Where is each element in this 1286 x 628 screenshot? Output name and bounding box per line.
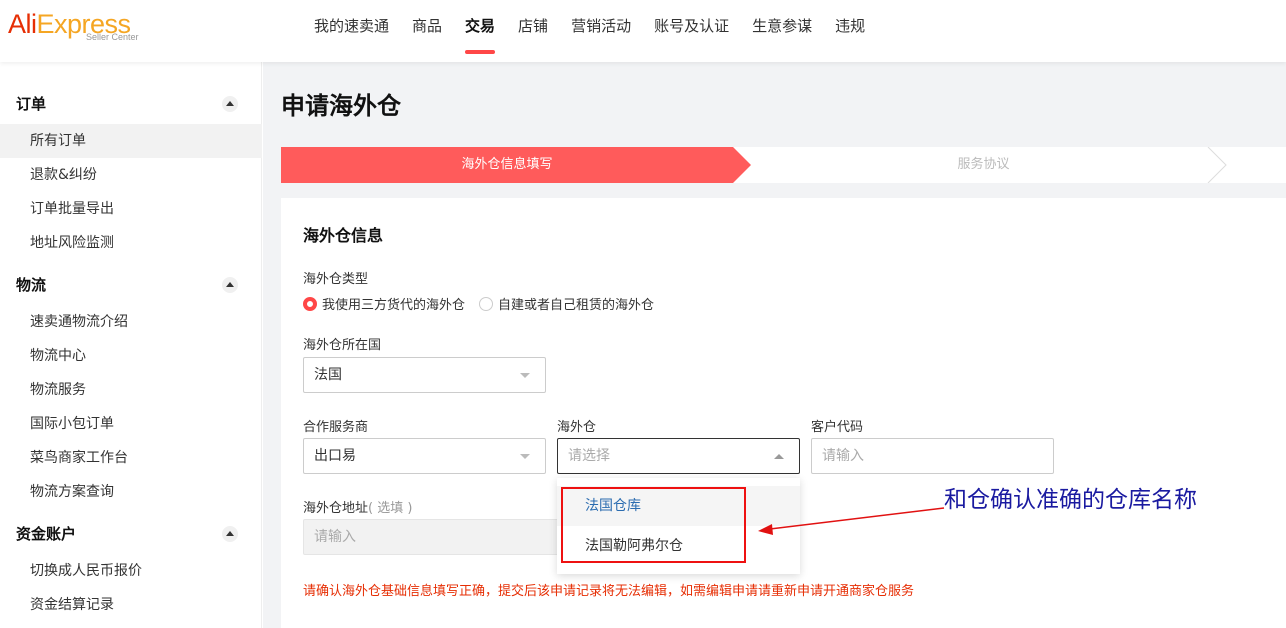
nav-business-advisor[interactable]: 生意参谋	[752, 0, 812, 62]
main-nav: 我的速卖通 商品 交易 店铺 营销活动 账号及认证 生意参谋 违规	[314, 0, 888, 62]
chevron-up-icon	[774, 454, 784, 459]
warehouse-type-radios: 我使用三方货代的海外仓 自建或者自己租赁的海外仓	[303, 294, 668, 313]
country-value: 法国	[314, 367, 342, 383]
provider-label: 合作服务商	[303, 420, 369, 435]
radio-label[interactable]: 自建或者自己租赁的海外仓	[498, 294, 654, 313]
radio-self-built[interactable]	[479, 296, 494, 311]
sidebar-item-all-orders[interactable]: 所有订单	[0, 124, 262, 158]
sidebar-group-title: 物流	[16, 276, 47, 294]
customer-code-label: 客户代码	[811, 420, 864, 435]
customer-code-input[interactable]: 请输入	[811, 438, 1054, 474]
warning-text: 请确认海外仓基础信息填写正确，提交后该申请记录将无法编辑，如需编辑申请请重新申请…	[303, 584, 915, 599]
address-label: 海外仓地址( 选填 )	[303, 497, 412, 516]
address-label-text: 海外仓地址	[303, 501, 369, 516]
sidebar-item-logistics-intro[interactable]: 速卖通物流介绍	[0, 305, 262, 339]
sidebar-group-logistics[interactable]: 物流	[0, 267, 262, 301]
warehouse-label: 海外仓	[557, 420, 597, 435]
warehouse-option-le-havre[interactable]: 法国勒阿弗尔仓	[557, 526, 800, 566]
annotation-text: 和仓确认准确的仓库名称	[944, 487, 1197, 513]
warehouse-type-label: 海外仓类型	[303, 272, 369, 287]
sidebar-item-logistics-services[interactable]: 物流服务	[0, 373, 262, 407]
collapse-icon[interactable]	[222, 277, 238, 293]
logo-ali: Ali	[8, 9, 37, 39]
nav-my-aliexpress[interactable]: 我的速卖通	[314, 0, 389, 62]
step-label: 海外仓信息填写	[461, 157, 553, 172]
nav-store[interactable]: 店铺	[518, 0, 548, 62]
step-label: 服务协议	[957, 157, 1010, 172]
sidebar-item-refunds[interactable]: 退款&纠纷	[0, 158, 262, 192]
country-label: 海外仓所在国	[303, 338, 382, 353]
nav-products[interactable]: 商品	[412, 0, 442, 62]
country-select[interactable]: 法国	[303, 357, 546, 393]
radio-third-party[interactable]	[303, 296, 317, 311]
sidebar: 订单 所有订单 退款&纠纷 订单批量导出 地址风险监测 物流 速卖通物流介绍 物…	[0, 62, 262, 628]
customer-code-placeholder: 请输入	[822, 448, 864, 464]
chevron-down-icon	[520, 454, 530, 459]
collapse-icon[interactable]	[222, 96, 238, 112]
warehouse-option-france[interactable]: 法国仓库	[557, 486, 800, 526]
chevron-down-icon	[520, 373, 530, 378]
sidebar-item-logistics-plan-query[interactable]: 物流方案查询	[0, 475, 262, 509]
nav-transactions[interactable]: 交易	[465, 0, 496, 62]
sidebar-item-address-risk[interactable]: 地址风险监测	[0, 226, 262, 260]
provider-value: 出口易	[314, 448, 356, 464]
sidebar-item-settlement-records[interactable]: 资金结算记录	[0, 588, 262, 622]
address-input[interactable]: 请输入	[303, 519, 573, 555]
sidebar-item-cainiao-workbench[interactable]: 菜鸟商家工作台	[0, 441, 262, 475]
logo-subtitle: Seller Center	[86, 32, 139, 42]
page-title: 申请海外仓	[281, 92, 401, 120]
radio-label[interactable]: 我使用三方货代的海外仓	[322, 294, 465, 313]
optional-hint: ( 选填 )	[368, 501, 413, 516]
step-progress: 海外仓信息填写 服务协议	[281, 147, 1286, 183]
nav-account[interactable]: 账号及认证	[654, 0, 729, 62]
step-fill-info: 海外仓信息填写	[281, 147, 751, 183]
section-title: 海外仓信息	[303, 226, 384, 245]
sidebar-group-funds[interactable]: 资金账户	[0, 516, 262, 550]
collapse-icon[interactable]	[222, 526, 238, 542]
step-service-agreement: 服务协议	[751, 147, 1286, 183]
warehouse-dropdown: 法国仓库 法国勒阿弗尔仓	[557, 478, 800, 574]
address-placeholder: 请输入	[314, 529, 356, 545]
sidebar-item-logistics-center[interactable]: 物流中心	[0, 339, 262, 373]
sidebar-group-title: 资金账户	[16, 525, 77, 543]
warehouse-placeholder: 请选择	[568, 448, 610, 464]
provider-select[interactable]: 出口易	[303, 438, 546, 474]
warehouse-select[interactable]: 请选择	[557, 438, 800, 474]
aliexpress-logo[interactable]: AliExpress Seller Center	[8, 9, 148, 49]
nav-violations[interactable]: 违规	[835, 0, 865, 62]
sidebar-item-rmb-pricing[interactable]: 切换成人民币报价	[0, 554, 262, 588]
top-header: AliExpress Seller Center 我的速卖通 商品 交易 店铺 …	[0, 0, 1286, 62]
chevron-right-icon	[1207, 147, 1227, 183]
nav-marketing[interactable]: 营销活动	[571, 0, 631, 62]
sidebar-group-title: 订单	[16, 95, 47, 113]
sidebar-item-bulk-export[interactable]: 订单批量导出	[0, 192, 262, 226]
sidebar-group-orders[interactable]: 订单	[0, 86, 262, 120]
sidebar-item-small-parcel-orders[interactable]: 国际小包订单	[0, 407, 262, 441]
